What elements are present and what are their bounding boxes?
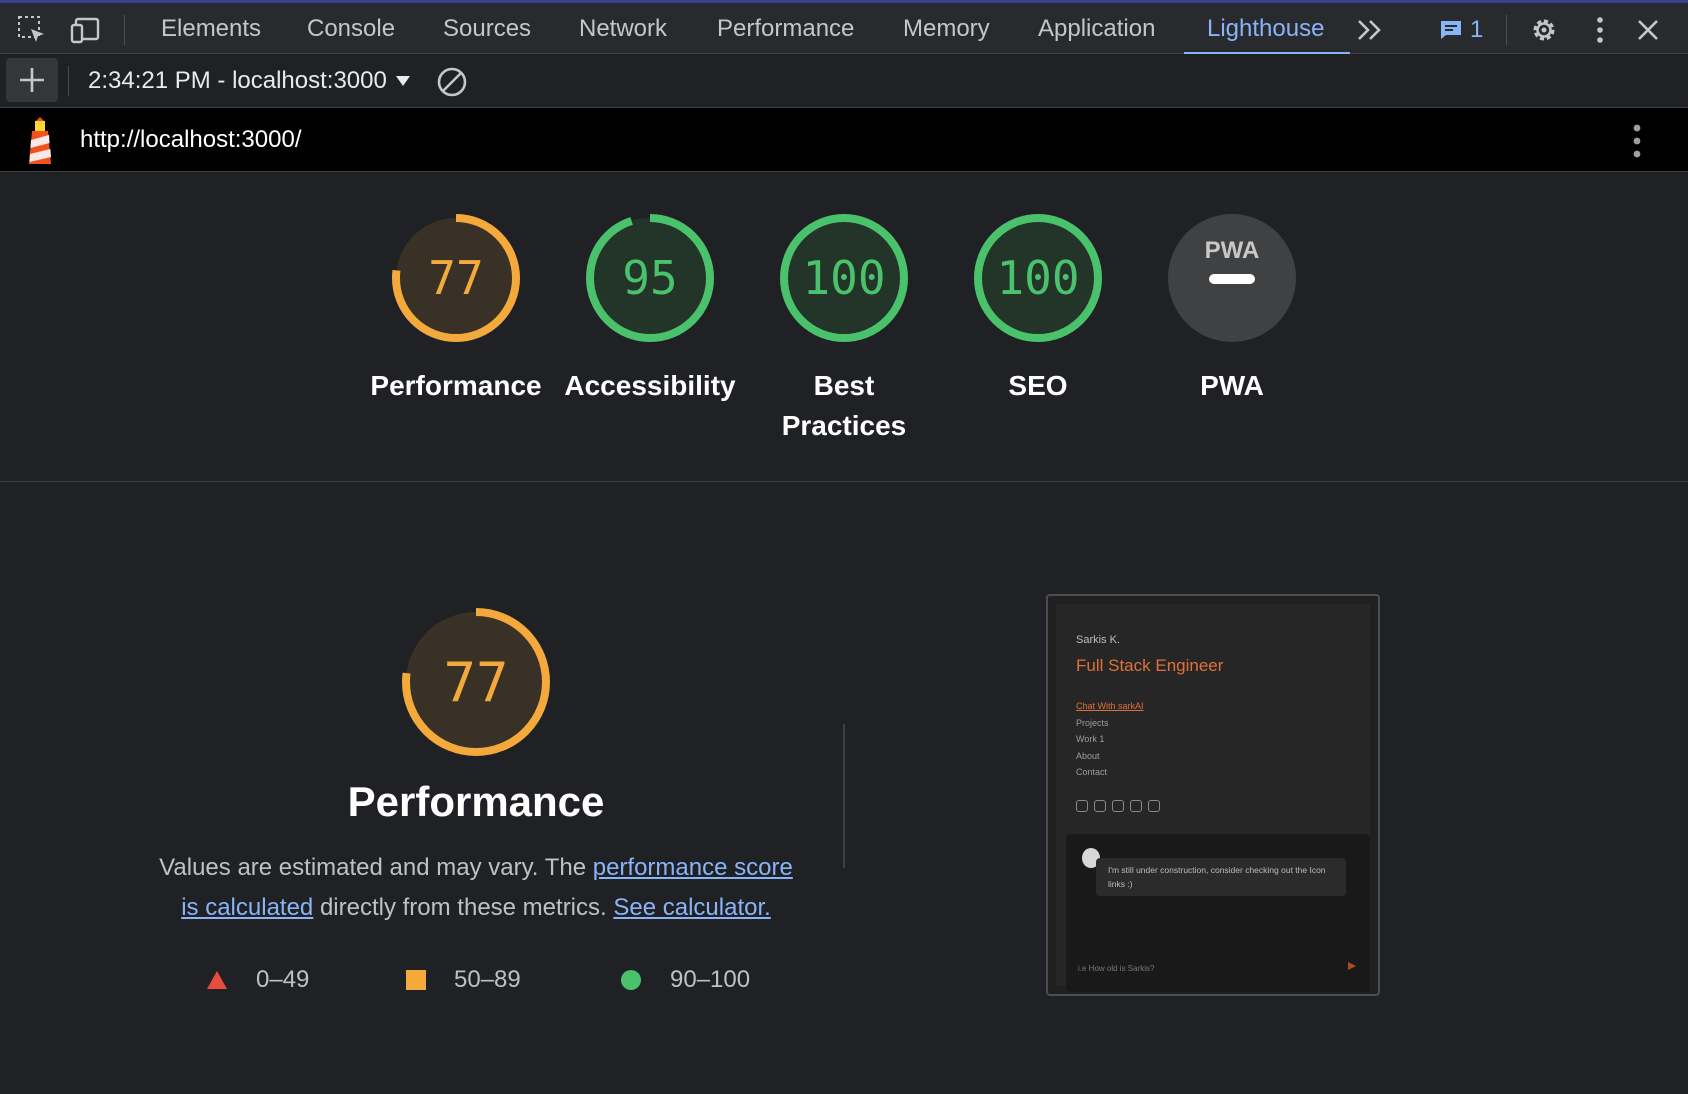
kebab-menu-icon[interactable] — [1584, 15, 1616, 45]
screenshot-chat-message: I'm still under construction, consider c… — [1096, 858, 1346, 896]
tab-memory[interactable]: Memory — [903, 3, 990, 54]
screenshot-social-icons — [1076, 800, 1160, 812]
new-report-button[interactable] — [6, 58, 58, 102]
inspect-element-icon[interactable] — [16, 15, 48, 45]
close-icon[interactable] — [1632, 15, 1664, 45]
gauge-value: 100 — [802, 251, 885, 305]
description-text: Values are estimated and may vary. The — [159, 854, 593, 881]
report-url[interactable]: http://localhost:3000/ — [80, 108, 301, 172]
legend-range: 90–100 — [670, 966, 751, 993]
lighthouse-toolbar: 2:34:21 PM - localhost:3000 — [0, 54, 1688, 108]
gauge-value: 95 — [622, 251, 677, 305]
tab-elements[interactable]: Elements — [161, 3, 261, 54]
legend-average: 50–89 — [406, 966, 521, 994]
description-text: directly from these metrics. — [313, 894, 614, 921]
pwa-dash-icon — [1209, 274, 1255, 284]
message-icon — [1441, 21, 1461, 39]
vertical-divider — [843, 724, 845, 868]
see-calculator-link[interactable]: See calculator. — [613, 894, 770, 921]
dribbble-icon — [1112, 800, 1124, 812]
screenshot-nav-item: Work 1 — [1076, 734, 1105, 744]
tab-console[interactable]: Console — [307, 3, 395, 54]
caret-down-icon — [395, 76, 410, 86]
tab-sources[interactable]: Sources — [443, 3, 531, 54]
pwa-badge-text: PWA — [1205, 237, 1260, 264]
tab-application[interactable]: Application — [1038, 3, 1155, 54]
code-icon — [1148, 800, 1160, 812]
triangle-icon — [207, 971, 227, 989]
gauge-label: Accessibility — [564, 370, 736, 401]
report-url-bar: http://localhost:3000/ — [0, 108, 1688, 172]
performance-description: Values are estimated and may vary. The p… — [150, 848, 802, 928]
legend-pass: 90–100 — [620, 966, 750, 994]
report-selector[interactable]: 2:34:21 PM - localhost:3000 — [88, 54, 411, 108]
more-tabs-icon[interactable] — [1354, 15, 1386, 45]
performance-detail-gauge: 77 — [400, 606, 552, 758]
screenshot-name: Sarkis K. — [1076, 634, 1121, 646]
tab-lighthouse[interactable]: Lighthouse — [1207, 3, 1324, 54]
screenshot-nav-item: About — [1076, 750, 1100, 761]
gauge-best-practices[interactable]: 100 Best Practices — [749, 212, 939, 446]
tab-network[interactable]: Network — [579, 3, 667, 54]
gauge-value: 77 — [428, 251, 483, 305]
performance-detail-title: Performance — [347, 778, 605, 825]
gauge-performance[interactable]: 77 Performance — [361, 212, 551, 406]
circle-icon — [621, 970, 641, 990]
gauge-accessibility[interactable]: 95 Accessibility — [555, 212, 745, 406]
gauge-label-line2: Practices — [781, 410, 907, 441]
gear-icon[interactable] — [1528, 15, 1560, 45]
square-icon — [406, 970, 426, 990]
legend-range: 50–89 — [454, 966, 521, 993]
screenshot-chat-input: i.e How old is Sarkis? — [1078, 964, 1155, 973]
plus-icon — [20, 68, 44, 92]
tab-performance[interactable]: Performance — [717, 3, 854, 54]
gauge-label: Performance — [370, 370, 542, 401]
screenshot-role: Full Stack Engineer — [1076, 656, 1224, 675]
screenshot-nav: Chat With sarkAI Projects Work 1 About C… — [1076, 698, 1144, 781]
gauge-label: Best — [813, 370, 875, 401]
lighthouse-logo-icon — [29, 117, 51, 164]
gauge-seo[interactable]: 100 SEO — [943, 212, 1133, 406]
tabbar-separator — [124, 15, 125, 45]
report-menu-icon[interactable] — [1622, 122, 1652, 160]
gauge-label: PWA — [1200, 370, 1264, 401]
github-icon — [1094, 800, 1106, 812]
screenshot-chat-panel: I'm still under construction, consider c… — [1066, 834, 1370, 992]
final-screenshot-thumbnail[interactable]: Sarkis K. Full Stack Engineer Chat With … — [1046, 594, 1380, 996]
issues-badge[interactable]: 1 — [1440, 15, 1483, 45]
report-selector-label: 2:34:21 PM - localhost:3000 — [88, 67, 387, 94]
issues-count: 1 — [1470, 16, 1484, 43]
devtools-tabbar: Elements Console Sources Network Perform… — [0, 0, 1688, 55]
send-icon — [1348, 962, 1356, 970]
screenshot-page: Sarkis K. Full Stack Engineer Chat With … — [1056, 604, 1370, 992]
gauge-label: SEO — [1008, 370, 1068, 401]
legend-range: 0–49 — [256, 966, 310, 993]
clear-reports-button[interactable] — [436, 66, 468, 98]
gauge-value: 100 — [996, 251, 1079, 305]
linkedin-icon — [1076, 800, 1088, 812]
tabbar-separator — [1506, 15, 1507, 45]
device-toolbar-icon[interactable] — [70, 15, 102, 45]
screenshot-nav-item: Projects — [1076, 717, 1109, 728]
gauge-pwa[interactable]: PWA PWA — [1137, 212, 1327, 406]
performance-detail-score: 77 — [443, 651, 508, 714]
block-icon — [437, 67, 467, 97]
toolbar-separator — [68, 66, 69, 96]
legend-fail: 0–49 — [206, 966, 309, 994]
screenshot-nav-item: Contact — [1076, 767, 1108, 777]
instagram-icon — [1130, 800, 1142, 812]
scores-summary: 77 Performance 95 Accessibility 100 Best… — [0, 172, 1688, 482]
screenshot-nav-item: Chat With sarkAI — [1076, 701, 1144, 711]
